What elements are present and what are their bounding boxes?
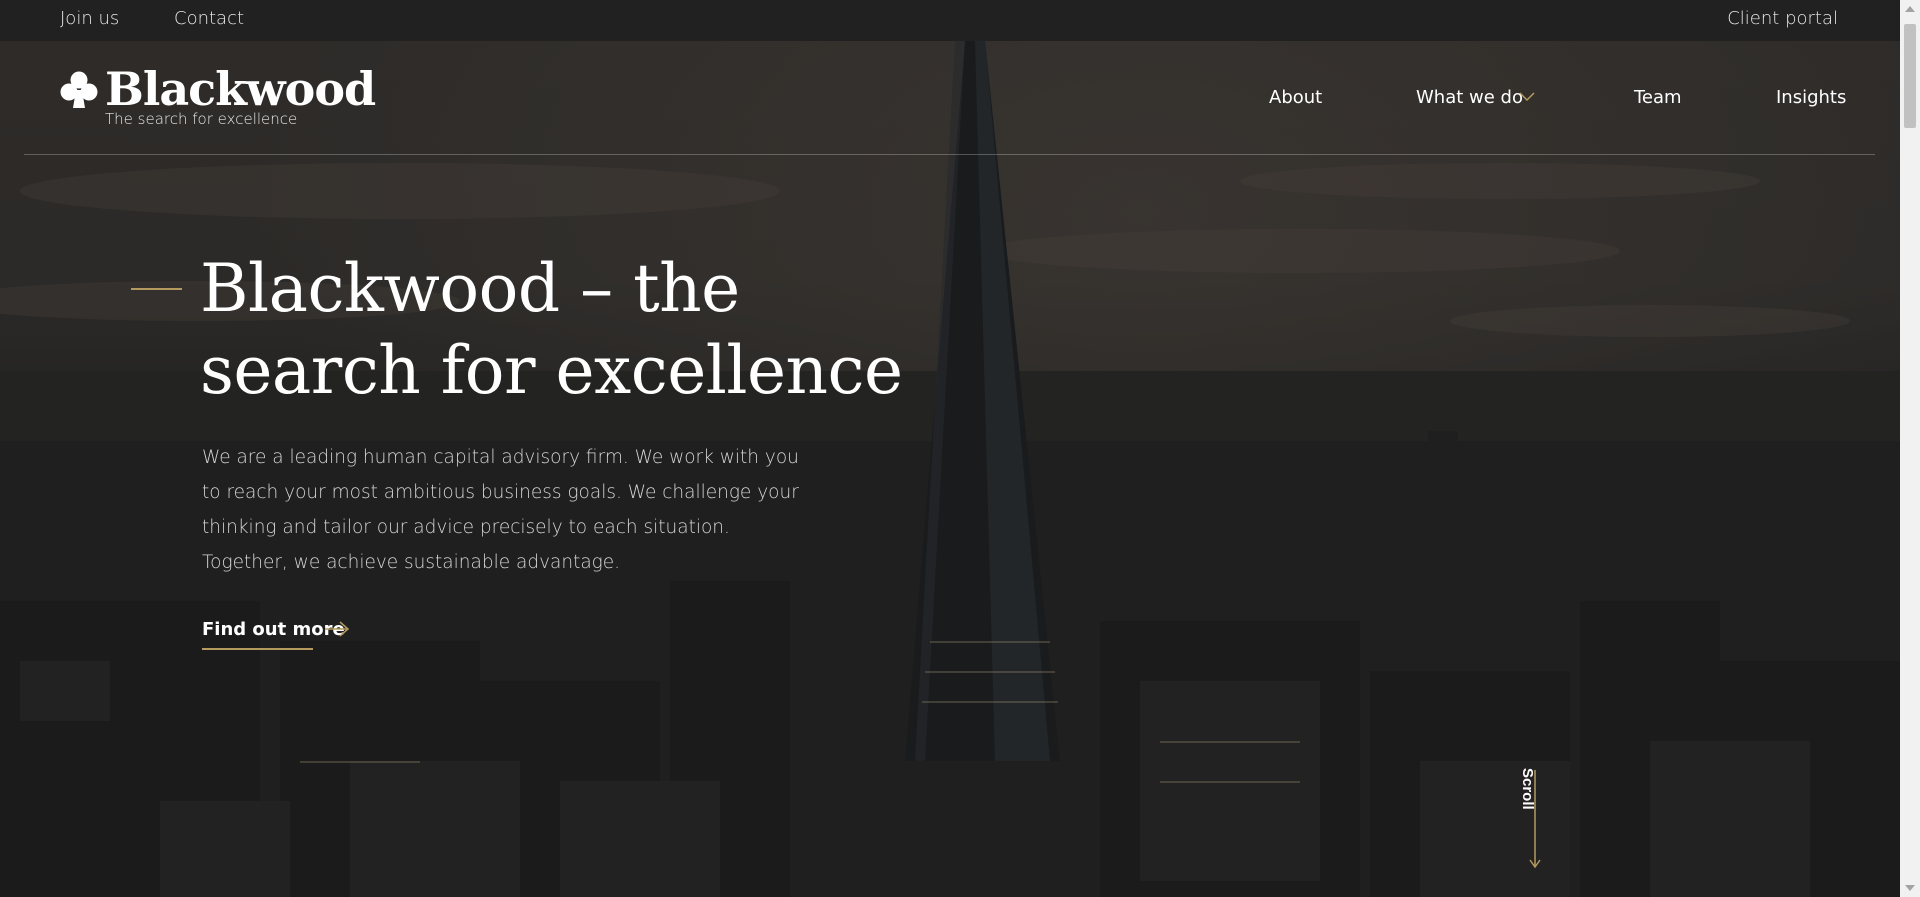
club-suit-icon (60, 71, 98, 108)
cta-underline (202, 648, 313, 650)
scroll-down-icon[interactable] (1905, 885, 1915, 891)
contact-link[interactable]: Contact (174, 8, 244, 29)
logo-tagline: The search for excellence (105, 110, 298, 128)
scroll-down-arrow-icon[interactable] (1528, 770, 1542, 870)
hero-headline: Blackwood – the search for excellence (200, 250, 903, 409)
utility-bar: Join us Contact Client portal (0, 0, 1900, 41)
scroll-up-icon[interactable] (1905, 6, 1915, 12)
arrow-right-icon[interactable] (324, 619, 350, 639)
nav-item-team[interactable]: Team (1634, 87, 1682, 108)
client-portal-link[interactable]: Client portal (1727, 8, 1838, 29)
nav-item-about[interactable]: About (1269, 87, 1322, 108)
nav-item-insights[interactable]: Insights (1776, 87, 1846, 108)
page-scrollbar[interactable] (1900, 0, 1920, 897)
headline-accent-line (131, 288, 182, 290)
logo-wordmark: Blackwood (105, 62, 376, 116)
chevron-down-icon[interactable] (1519, 91, 1535, 103)
hero-intro: We are a leading human capital advisory … (202, 447, 799, 573)
nav-item-what-we-do[interactable]: What we do (1416, 87, 1523, 108)
join-us-link[interactable]: Join us (60, 8, 119, 29)
scrollbar-thumb[interactable] (1904, 24, 1916, 128)
header-divider (24, 154, 1875, 155)
